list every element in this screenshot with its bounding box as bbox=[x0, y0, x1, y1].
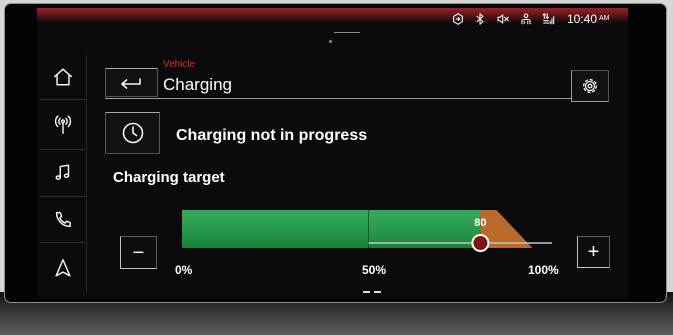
bluetooth-icon bbox=[476, 13, 484, 25]
tick-label-0: 0% bbox=[175, 263, 193, 277]
charging-status-text: Charging not in progress bbox=[176, 127, 368, 144]
navigation-icon bbox=[54, 258, 71, 277]
clock-period: AM bbox=[599, 15, 610, 22]
sensor-dot bbox=[329, 40, 332, 43]
tick-label-100: 100% bbox=[528, 263, 559, 277]
music-icon bbox=[54, 164, 69, 180]
charging-target-heading: Charging target bbox=[113, 169, 225, 186]
phone-icon bbox=[55, 211, 71, 227]
sidebar-item-radio[interactable] bbox=[40, 100, 85, 150]
clock-time: 10:40 bbox=[567, 12, 598, 26]
header-underline bbox=[105, 98, 571, 99]
sidebar-item-phone[interactable] bbox=[40, 197, 85, 243]
back-button[interactable] bbox=[105, 68, 158, 97]
charging-target-slider[interactable]: 80 bbox=[170, 200, 570, 260]
page-indicator bbox=[363, 291, 385, 293]
top-ambient-glow bbox=[37, 8, 628, 23]
mobile-signal-icon bbox=[542, 13, 555, 25]
radio-icon bbox=[54, 114, 71, 134]
notification-pull-handle[interactable] bbox=[334, 32, 360, 33]
sidebar-item-navigation[interactable] bbox=[40, 243, 85, 292]
connect-icon bbox=[453, 13, 463, 25]
page-dot bbox=[363, 291, 370, 293]
page-title: Charging bbox=[163, 75, 232, 94]
charging-timer-button[interactable] bbox=[105, 112, 160, 154]
settings-button[interactable] bbox=[571, 70, 609, 102]
back-icon bbox=[120, 77, 141, 89]
home-icon bbox=[53, 68, 72, 86]
sidebar-item-media[interactable] bbox=[40, 150, 85, 197]
sidebar-item-home[interactable] bbox=[40, 55, 85, 100]
page-dot bbox=[374, 291, 381, 293]
clock-icon bbox=[122, 122, 143, 144]
increase-target-button[interactable]: + bbox=[577, 236, 610, 268]
sidebar-divider bbox=[86, 55, 87, 292]
target-handle[interactable] bbox=[471, 234, 490, 252]
gear-icon bbox=[583, 79, 597, 93]
tick-label-50: 50% bbox=[362, 263, 387, 277]
target-value-label: 80 bbox=[474, 217, 486, 229]
breadcrumb[interactable]: Vehicle bbox=[163, 59, 195, 71]
mute-icon bbox=[497, 14, 509, 24]
user-icon bbox=[521, 13, 531, 25]
decrease-target-button[interactable]: − bbox=[120, 236, 157, 269]
